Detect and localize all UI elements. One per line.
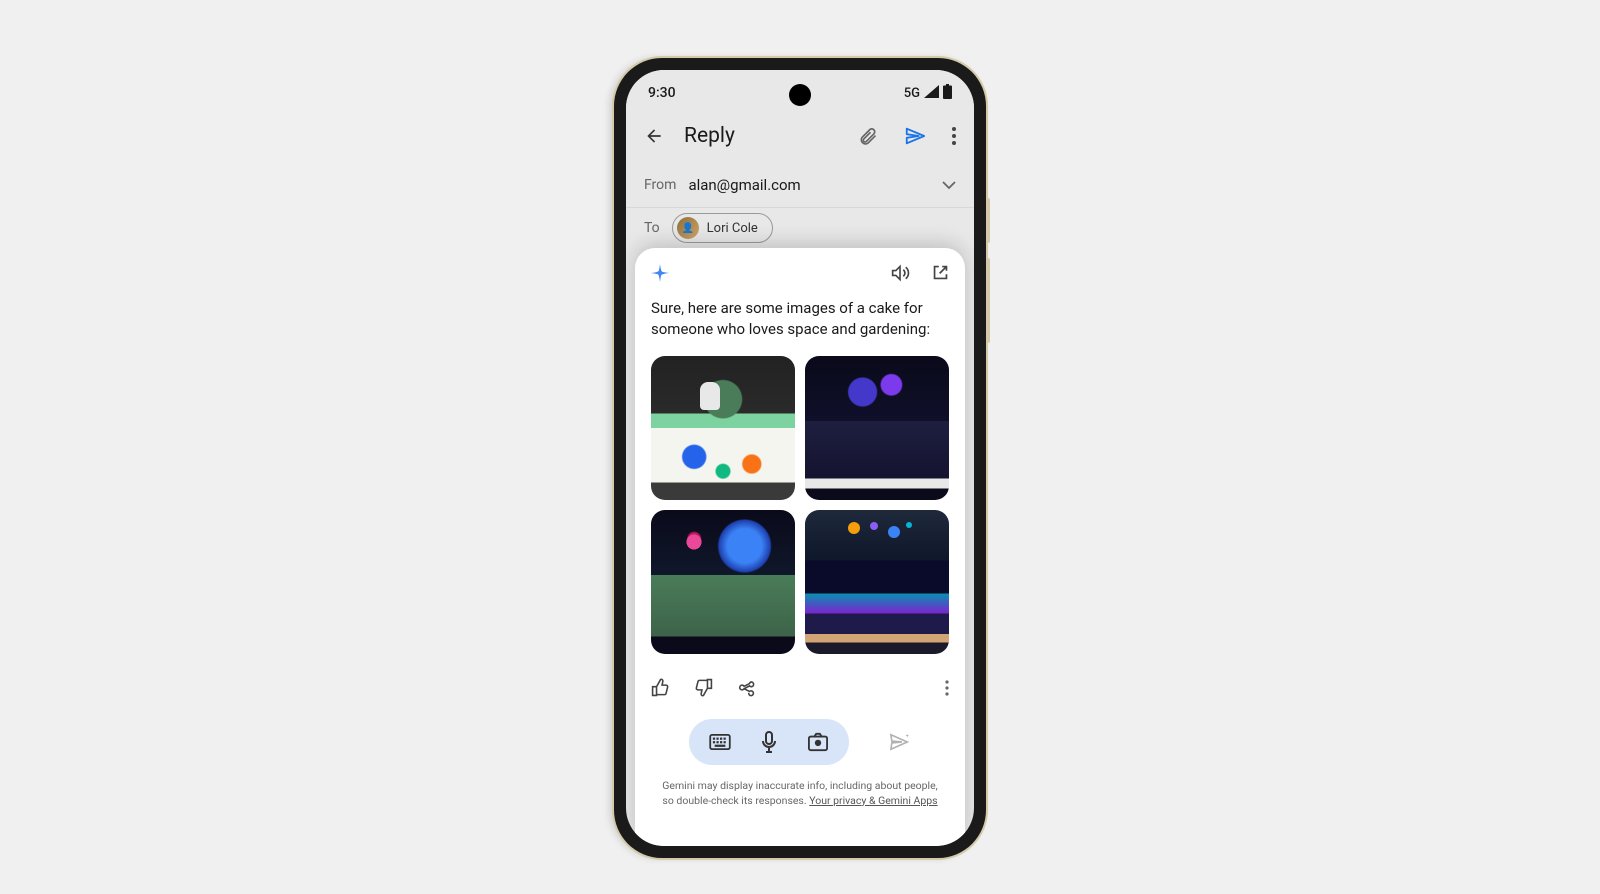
page-title: Reply bbox=[684, 124, 838, 148]
popout-icon[interactable] bbox=[932, 264, 949, 282]
generated-image[interactable] bbox=[651, 510, 795, 654]
side-button bbox=[986, 198, 990, 243]
status-right: 5G bbox=[904, 84, 952, 103]
overflow-menu-icon[interactable] bbox=[945, 680, 949, 696]
panel-header bbox=[651, 264, 949, 282]
back-arrow-icon[interactable] bbox=[644, 126, 664, 146]
gemini-panel: Sure, here are some images of a cake for… bbox=[635, 248, 965, 846]
status-time: 9:30 bbox=[648, 85, 676, 101]
response-text: Sure, here are some images of a cake for… bbox=[651, 298, 949, 340]
network-label: 5G bbox=[904, 86, 920, 101]
phone-screen: 9:30 5G Reply bbox=[626, 70, 974, 846]
send-sparkle-icon[interactable] bbox=[889, 732, 911, 752]
input-pill bbox=[689, 719, 849, 765]
battery-icon bbox=[943, 84, 952, 103]
speaker-icon[interactable] bbox=[890, 264, 910, 282]
from-value: alan@gmail.com bbox=[688, 176, 930, 194]
app-header: Reply bbox=[626, 110, 974, 162]
keyboard-icon[interactable] bbox=[709, 734, 731, 750]
recipient-chip[interactable]: 👤 Lori Cole bbox=[672, 213, 773, 243]
to-label: To bbox=[644, 220, 660, 236]
attach-icon[interactable] bbox=[858, 126, 878, 146]
generated-image[interactable] bbox=[805, 510, 949, 654]
camera-icon[interactable] bbox=[807, 732, 829, 752]
thumbs-up-icon[interactable] bbox=[651, 678, 670, 697]
disclaimer-line1: Gemini may display inaccurate info, incl… bbox=[662, 779, 938, 792]
disclaimer-link[interactable]: Your privacy & Gemini Apps bbox=[809, 794, 937, 807]
chevron-down-icon[interactable] bbox=[942, 175, 956, 194]
disclaimer-line2: so double-check its responses. bbox=[662, 794, 809, 807]
from-field[interactable]: From alan@gmail.com bbox=[626, 162, 974, 208]
signal-icon bbox=[924, 85, 939, 102]
side-button bbox=[986, 258, 990, 343]
generated-image[interactable] bbox=[805, 356, 949, 500]
camera-cutout bbox=[789, 84, 811, 106]
reaction-row bbox=[651, 678, 949, 697]
to-field[interactable]: To 👤 Lori Cole bbox=[626, 208, 974, 248]
thumbs-down-icon[interactable] bbox=[694, 678, 713, 697]
send-icon[interactable] bbox=[904, 125, 926, 147]
phone-frame: 9:30 5G Reply bbox=[614, 58, 986, 858]
disclaimer: Gemini may display inaccurate info, incl… bbox=[651, 779, 949, 816]
from-label: From bbox=[644, 177, 676, 193]
image-grid bbox=[651, 356, 949, 654]
microphone-icon[interactable] bbox=[761, 731, 777, 753]
input-bar bbox=[651, 719, 949, 765]
overflow-menu-icon[interactable] bbox=[952, 127, 956, 145]
avatar: 👤 bbox=[677, 217, 699, 239]
chip-name: Lori Cole bbox=[707, 221, 758, 236]
share-icon[interactable] bbox=[737, 678, 756, 697]
gemini-star-icon bbox=[651, 264, 669, 282]
generated-image[interactable] bbox=[651, 356, 795, 500]
